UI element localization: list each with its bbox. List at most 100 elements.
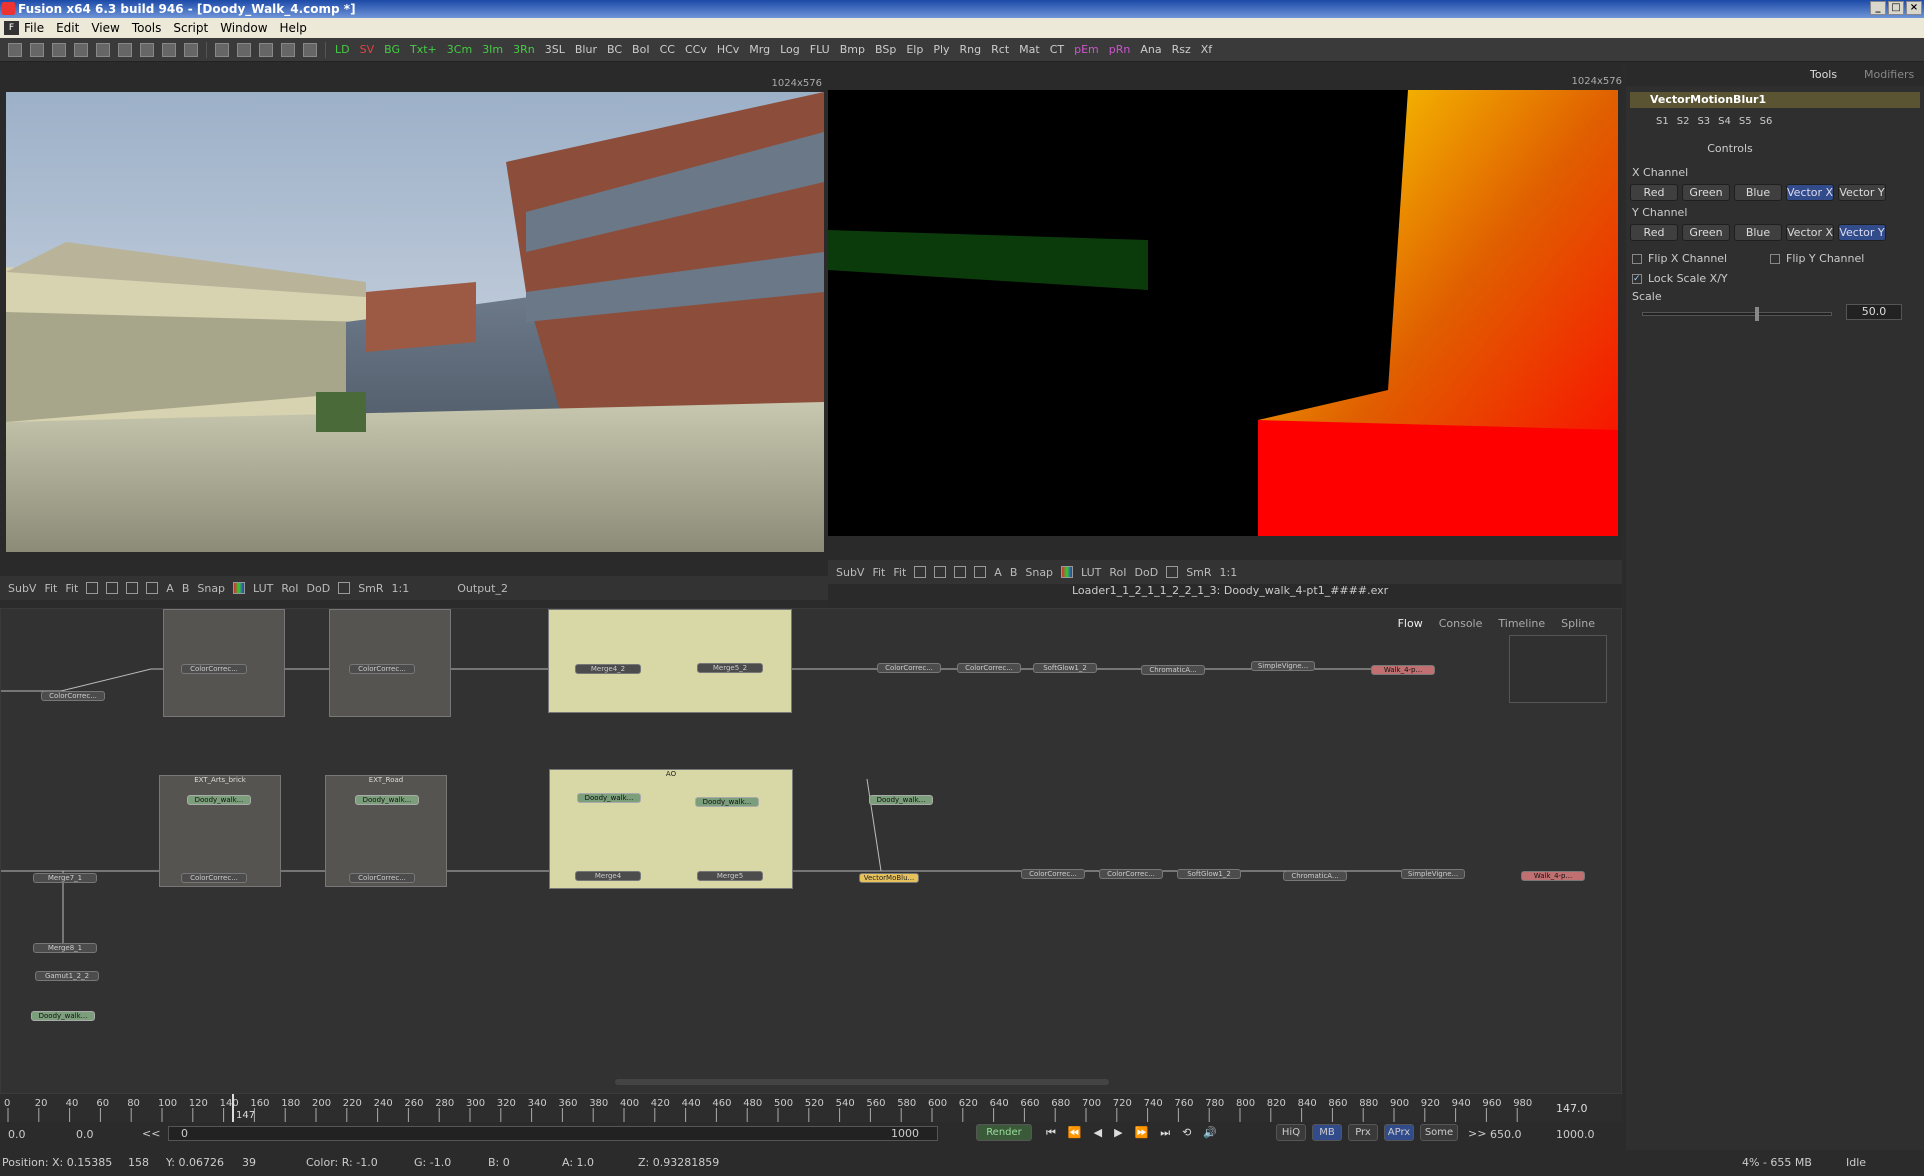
group-ext-arts-brick[interactable]: EXT_Arts_brick [159, 775, 281, 887]
tool-button-sv[interactable]: SV [359, 43, 376, 56]
menu-window[interactable]: Window [220, 21, 267, 35]
xchannel-option-vector-y[interactable]: Vector Y [1838, 184, 1886, 201]
fusion-menu-icon[interactable]: F [4, 21, 19, 35]
node-chromatic[interactable]: ChromaticA... [1283, 871, 1347, 881]
slot-s5[interactable]: S5 [1739, 116, 1752, 127]
slot-s6[interactable]: S6 [1760, 116, 1773, 127]
tab-modifiers[interactable]: Modifiers [1864, 68, 1914, 81]
last-frame-icon[interactable]: ⏭ [1160, 1126, 1170, 1140]
ychannel-option-red[interactable]: Red [1630, 224, 1678, 241]
node-soft-glow[interactable]: SoftGlow1_2 [1177, 869, 1241, 879]
lock-icon[interactable] [338, 582, 351, 594]
play-reverse-icon[interactable]: ◀ [1094, 1126, 1102, 1140]
curve-icon[interactable] [86, 582, 99, 594]
tool-button-bg[interactable]: BG [383, 43, 401, 56]
tool-button-blur[interactable]: Blur [574, 43, 598, 56]
layout-dual-icon[interactable] [237, 42, 251, 57]
node-soft-glow[interactable]: SoftGlow1_2 [1033, 663, 1097, 673]
subview-button[interactable]: SubV [8, 582, 36, 595]
audio-icon[interactable]: 🔊 [1203, 1126, 1217, 1140]
smr-button[interactable]: SmR [358, 582, 383, 595]
node-merge[interactable]: Merge7_1 [33, 873, 97, 883]
tool-button-mat[interactable]: Mat [1018, 43, 1041, 56]
rectangle-icon[interactable] [126, 582, 139, 594]
output-select[interactable]: Output_2 [457, 582, 508, 595]
node-color-correct[interactable]: ColorCorrec... [1099, 869, 1163, 879]
tab-tools[interactable]: Tools [1810, 68, 1837, 81]
tool-button-3im[interactable]: 3Im [481, 43, 504, 56]
node-loader[interactable]: Doody_walk... [187, 795, 251, 805]
node-merge[interactable]: Merge4 [575, 871, 641, 881]
ychannel-option-blue[interactable]: Blue [1734, 224, 1782, 241]
minimize-button[interactable]: _ [1870, 1, 1886, 15]
lock-icon[interactable] [1166, 566, 1179, 578]
node-loader[interactable]: Doody_walk... [31, 1011, 95, 1021]
circle-icon[interactable] [146, 582, 159, 594]
tool-button-rsz[interactable]: Rsz [1171, 43, 1192, 56]
node-color-correct[interactable]: ColorCorrec... [181, 664, 247, 674]
global-start-field[interactable]: 0.0 [8, 1128, 26, 1141]
quality-prx-button[interactable]: Prx [1348, 1124, 1378, 1141]
scale-1-1-button[interactable]: 1:1 [392, 582, 410, 595]
node-loader[interactable]: Doody_walk... [577, 793, 641, 803]
node-vignette[interactable]: SimpleVigne... [1401, 869, 1465, 879]
current-time-marker[interactable] [232, 1094, 234, 1124]
node-merge[interactable]: Merge8_1 [33, 943, 97, 953]
node-chromatic[interactable]: ChromaticA... [1141, 665, 1205, 675]
tool-button-flu[interactable]: FLU [809, 43, 831, 56]
quality-some-button[interactable]: Some [1420, 1124, 1458, 1141]
brush-icon[interactable] [106, 582, 119, 594]
right-viewer[interactable]: 1024x576 SubV Fit Fit A B Snap LUT RoI D… [828, 62, 1622, 608]
maximize-button[interactable]: □ [1888, 1, 1904, 15]
node-color-correct[interactable]: ColorCorrec... [957, 663, 1021, 673]
tool-button-prn[interactable]: pRn [1108, 43, 1132, 56]
fit-button-2[interactable]: Fit [65, 582, 78, 595]
rectangle-icon[interactable] [954, 566, 967, 578]
flip-y-checkbox[interactable]: Flip Y Channel [1770, 252, 1864, 265]
quality-mb-button[interactable]: MB [1312, 1124, 1342, 1141]
b-icon[interactable]: B [182, 582, 190, 595]
node-vignette[interactable]: SimpleVigne... [1251, 661, 1315, 671]
slot-s1[interactable]: S1 [1656, 116, 1669, 127]
first-frame-icon[interactable]: ⏮ [1046, 1126, 1056, 1140]
node-color-correct[interactable]: ColorCorrec... [181, 873, 247, 883]
menu-file[interactable]: File [24, 21, 44, 35]
tool-button-log[interactable]: Log [779, 43, 801, 56]
node-vector-motion-blur[interactable]: VectorMoBlu... [859, 873, 919, 883]
tool-button-ct[interactable]: CT [1049, 43, 1065, 56]
save-file-icon[interactable] [52, 42, 66, 57]
dod-button[interactable]: DoD [307, 582, 331, 595]
node-merge[interactable]: Merge5 [697, 871, 763, 881]
alpha-icon[interactable]: A [166, 582, 174, 595]
fit-button[interactable]: Fit [872, 566, 885, 579]
close-button[interactable]: × [1906, 1, 1922, 15]
node-gamut[interactable]: Gamut1_2_2 [35, 971, 99, 981]
slot-s2[interactable]: S2 [1677, 116, 1690, 127]
smr-button[interactable]: SmR [1186, 566, 1211, 579]
node-color-correct[interactable]: ColorCorrec... [877, 663, 941, 673]
tool-button-rct[interactable]: Rct [990, 43, 1010, 56]
left-viewer[interactable]: 1024x576 SubV Fit Fit A B Snap LUT RoI D… [0, 62, 828, 600]
node-color-correct[interactable]: ColorCorrec... [1021, 869, 1085, 879]
tool-button-bsp[interactable]: BSp [874, 43, 897, 56]
copy-icon[interactable] [96, 42, 110, 57]
render-end-field[interactable]: 650.0 [1490, 1128, 1522, 1141]
tool-button-bmp[interactable]: Bmp [839, 43, 866, 56]
dod-button[interactable]: DoD [1135, 566, 1159, 579]
lock-scale-checkbox[interactable]: ✓ Lock Scale X/Y [1632, 272, 1728, 285]
range-back-icon[interactable]: << [142, 1127, 160, 1140]
current-time-field[interactable]: 147.0 [1556, 1102, 1588, 1115]
quality-aprx-button[interactable]: APrx [1384, 1124, 1414, 1141]
menu-tools[interactable]: Tools [132, 21, 162, 35]
tool-button-ana[interactable]: Ana [1139, 43, 1162, 56]
tool-button-mrg[interactable]: Mrg [748, 43, 771, 56]
lut-button[interactable]: LUT [253, 582, 273, 595]
tool-button-rng[interactable]: Rng [959, 43, 983, 56]
color-channels-icon[interactable] [233, 582, 246, 594]
global-end-icon[interactable]: >> [1468, 1127, 1486, 1140]
render-range-slider[interactable]: 0 1000 [168, 1126, 938, 1141]
tool-button-ply[interactable]: Ply [932, 43, 950, 56]
loop-icon[interactable]: ⟲ [1182, 1126, 1191, 1140]
flow-editor[interactable]: Flow Console Timeline Spline EXT_Arts_br… [0, 608, 1622, 1094]
flow-navigator[interactable] [1509, 635, 1607, 703]
